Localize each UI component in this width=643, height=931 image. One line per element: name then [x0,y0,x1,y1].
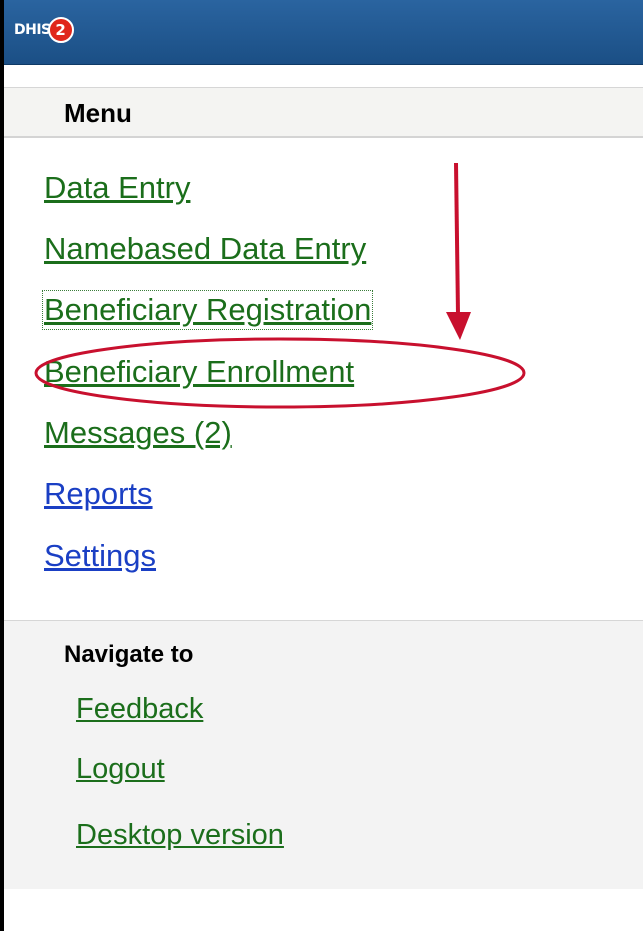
logo-text: DHIS [14,22,51,38]
menu-item-reports[interactable]: Reports [44,476,153,512]
top-bar: DHIS 2 [4,0,643,65]
menu-item-messages[interactable]: Messages (2) [44,415,232,451]
menu-header: Menu [4,87,643,138]
arrow-shaft [454,162,460,316]
nav-item-desktop-version[interactable]: Desktop version [76,819,284,852]
mobile-page: DHIS 2 Menu Data Entry Namebased Data En… [0,0,643,931]
logo-badge: 2 [47,17,74,43]
nav-item-logout[interactable]: Logout [76,753,165,786]
dhis2-logo[interactable]: DHIS 2 [14,13,74,47]
arrow-down-icon [446,312,471,340]
menu-item-beneficiary-registration[interactable]: Beneficiary Registration [41,290,374,330]
menu-title: Menu [64,98,132,128]
navigate-title: Navigate to [64,641,194,668]
menu-item-settings[interactable]: Settings [44,538,156,574]
navigate-section: Navigate to Feedback Logout Desktop vers… [4,620,643,889]
menu-item-beneficiary-enrollment[interactable]: Beneficiary Enrollment [44,354,354,390]
menu-item-data-entry[interactable]: Data Entry [44,170,190,206]
menu-item-namebased-data-entry[interactable]: Namebased Data Entry [44,231,366,267]
nav-item-feedback[interactable]: Feedback [76,693,203,726]
